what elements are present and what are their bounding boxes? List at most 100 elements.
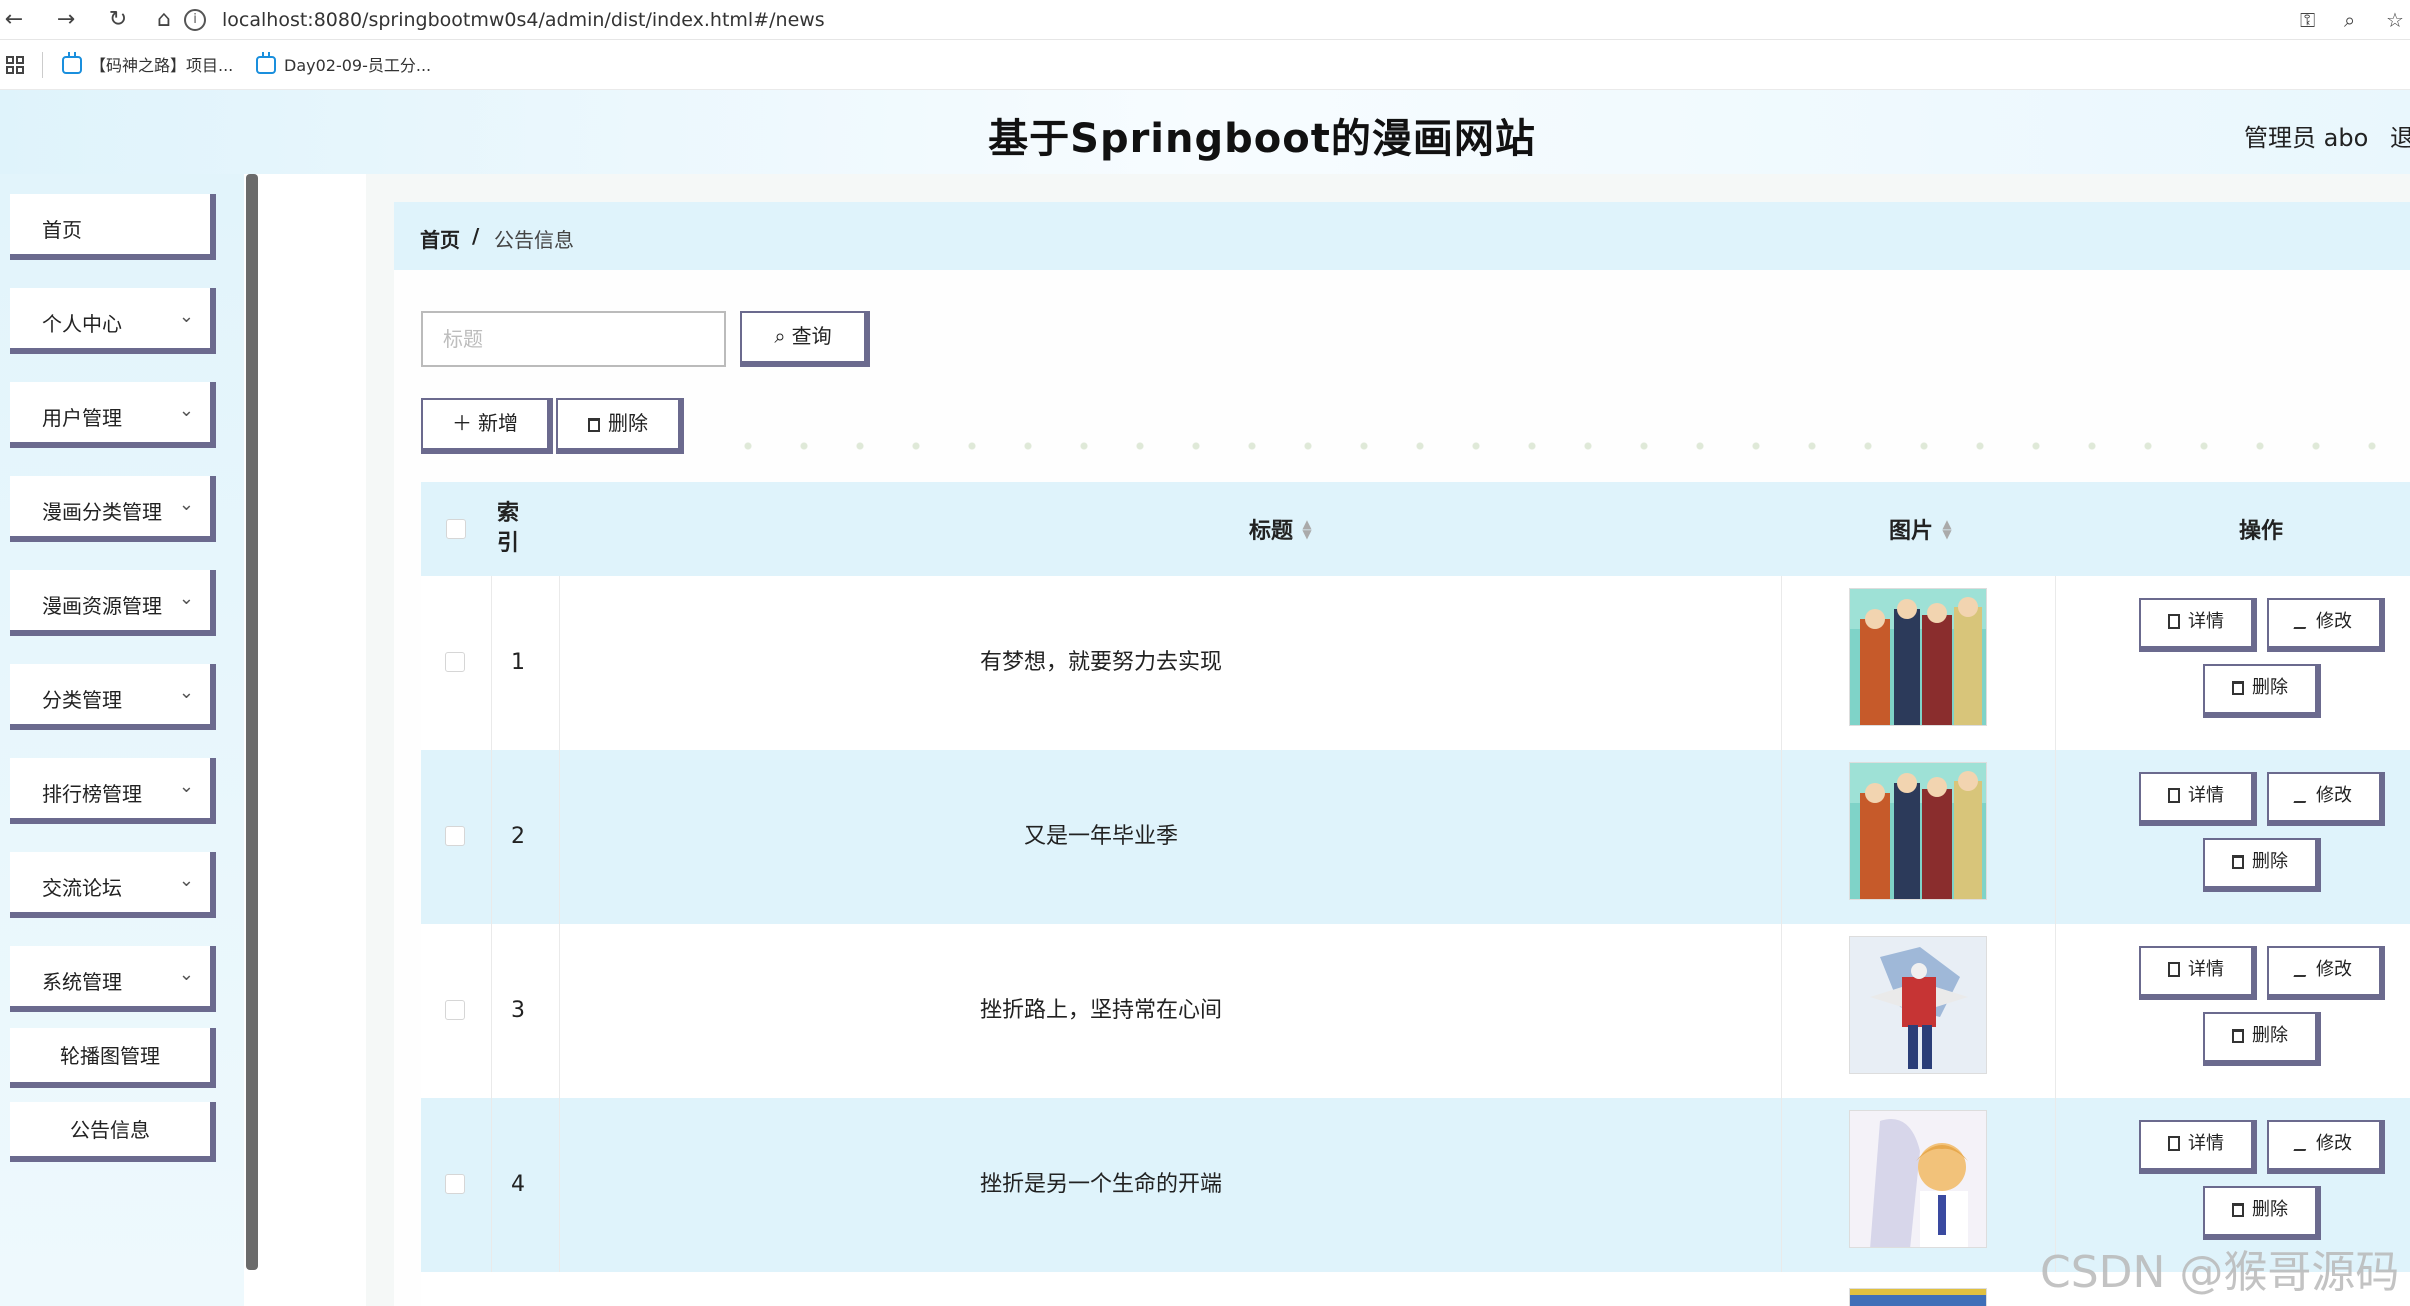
chevron-down-icon: ⌄ (178, 400, 194, 421)
bookmark-item[interactable]: Day02-09-员工分... (256, 52, 431, 79)
row-index: 1 (511, 650, 525, 675)
delete-button[interactable]: 删除 (2203, 1012, 2321, 1066)
sidebar-item-users[interactable]: 用户管理 ⌄ (10, 382, 216, 448)
row-checkbox[interactable] (445, 1174, 465, 1194)
edit-label: 修改 (2316, 1133, 2352, 1154)
row-thumbnail[interactable] (1849, 588, 1987, 726)
trash-icon (588, 418, 600, 432)
row-checkbox[interactable] (445, 652, 465, 672)
back-icon[interactable]: ← (0, 6, 28, 34)
mecha-image-icon (1850, 937, 1986, 1073)
row-checkbox[interactable] (445, 1000, 465, 1020)
delete-label: 删除 (2252, 851, 2288, 872)
row-thumbnail[interactable] (1849, 1110, 1987, 1248)
key-icon[interactable]: ⚿ (2300, 8, 2315, 32)
trash-icon (2232, 855, 2244, 869)
sidebar-subitem-announcements[interactable]: 公告信息 (10, 1102, 216, 1162)
search-input[interactable] (421, 311, 726, 367)
select-all-checkbox[interactable] (446, 519, 466, 539)
table-row: 2 又是一年毕业季 详情 修改 删除 (421, 750, 2410, 924)
zoom-icon[interactable]: ⌕ (2344, 8, 2355, 32)
row-thumbnail[interactable] (1849, 762, 1987, 900)
edit-button[interactable]: 修改 (2267, 772, 2385, 826)
edit-label: 修改 (2316, 785, 2352, 806)
delete-label: 删除 (2252, 1199, 2288, 1220)
sort-icon[interactable]: ▲ ▼ (1941, 518, 1953, 540)
row-index: 2 (511, 824, 525, 849)
bookmark-item[interactable]: 【码神之路】项目... (62, 52, 233, 79)
table-row: 3 挫折路上，坚持常在心间 详情 修改 删除 (421, 924, 2410, 1098)
site-info-icon[interactable]: i (184, 9, 206, 31)
edit-button[interactable]: 修改 (2267, 946, 2385, 1000)
sidebar-item-label: 漫画分类管理 (42, 500, 162, 524)
add-button-label: 新增 (478, 411, 518, 435)
detail-button[interactable]: 详情 (2139, 1120, 2257, 1174)
chevron-down-icon: ⌄ (178, 964, 194, 985)
bilibili-icon (62, 52, 82, 74)
breadcrumb: 首页 / 公告信息 (394, 202, 2410, 270)
cell-divider (559, 750, 560, 924)
sidebar-item-comic-resources[interactable]: 漫画资源管理 ⌄ (10, 570, 216, 636)
sidebar-item-comic-categories[interactable]: 漫画分类管理 ⌄ (10, 476, 216, 542)
sort-icon[interactable]: ▲ ▼ (1301, 518, 1313, 540)
batch-delete-button[interactable]: 删除 (556, 398, 684, 454)
delete-button[interactable]: 删除 (2203, 1186, 2321, 1240)
cell-divider (1781, 924, 1782, 1098)
header-image[interactable]: 图片 ▲ ▼ (1821, 482, 2021, 576)
bookmark-separator (42, 52, 43, 78)
logout-link[interactable]: 退出登录 (2390, 118, 2410, 153)
forward-icon[interactable]: → (52, 6, 80, 34)
chevron-down-icon: ⌄ (178, 588, 194, 609)
edit-button[interactable]: 修改 (2267, 598, 2385, 652)
browser-right-icons: ⚿ ⌕ ☆ (2300, 8, 2410, 32)
header-index: 索引 (483, 482, 533, 576)
sidebar-item-profile[interactable]: 个人中心 ⌄ (10, 288, 216, 354)
sidebar-item-categories[interactable]: 分类管理 ⌄ (10, 664, 216, 730)
header-index-label: 索引 (496, 501, 519, 556)
sidebar-item-label: 排行榜管理 (42, 782, 142, 806)
cell-divider (1781, 576, 1782, 750)
detail-label: 详情 (2188, 785, 2224, 806)
detail-button[interactable]: 详情 (2139, 946, 2257, 1000)
header-title[interactable]: 标题 ▲ ▼ (1161, 482, 1401, 576)
cell-divider (1781, 1098, 1782, 1272)
row-title: 挫折是另一个生命的开端 (979, 1172, 1222, 1197)
add-button[interactable]: ＋新增 (421, 398, 553, 454)
header-image-label: 图片 (1888, 519, 1933, 544)
sidebar-item-system[interactable]: 系统管理 ⌄ (10, 946, 216, 1012)
home-icon[interactable]: ⌂ (150, 6, 178, 34)
current-user: 管理员 abo (2244, 124, 2369, 152)
row-thumbnail[interactable] (1849, 936, 1987, 1074)
sidebar-subitem-carousel[interactable]: 轮播图管理 (10, 1028, 216, 1088)
sidebar-item-forum[interactable]: 交流论坛 ⌄ (10, 852, 216, 918)
row-checkbox[interactable] (445, 826, 465, 846)
detail-button[interactable]: 详情 (2139, 772, 2257, 826)
sidebar-item-label: 首页 (42, 218, 82, 242)
query-button[interactable]: ⌕ 查询 (740, 311, 870, 367)
sidebar-item-rankings[interactable]: 排行榜管理 ⌄ (10, 758, 216, 824)
query-button-label: 查询 (791, 324, 832, 348)
app-header: 基于Springboot的漫画网站 管理员 abo 退出登录 (0, 90, 2410, 174)
row-index: 4 (511, 1172, 525, 1197)
cell-divider (2055, 576, 2056, 750)
delete-label: 删除 (2252, 1025, 2288, 1046)
cell-divider (2055, 750, 2056, 924)
detail-button[interactable]: 详情 (2139, 598, 2257, 652)
address-bar[interactable]: localhost:8080/springbootmw0s4/admin/dis… (222, 7, 825, 33)
chevron-down-icon: ⌄ (178, 870, 194, 891)
sidebar-item-home[interactable]: 首页 (10, 194, 216, 260)
apps-grid-icon[interactable] (6, 56, 24, 74)
breadcrumb-home[interactable]: 首页 (420, 224, 460, 253)
header-actions: 操作 (2161, 482, 2361, 576)
detail-label: 详情 (2188, 611, 2224, 632)
table-row: 1 有梦想，就要努力去实现 详情 修改 删除 (421, 576, 2410, 750)
sidebar-scrollbar[interactable] (246, 174, 258, 1270)
edit-icon (2293, 963, 2311, 977)
document-icon (2168, 614, 2180, 629)
delete-button[interactable]: 删除 (2203, 838, 2321, 892)
edit-button[interactable]: 修改 (2267, 1120, 2385, 1174)
delete-button[interactable]: 删除 (2203, 664, 2321, 718)
chevron-down-icon: ⌄ (178, 776, 194, 797)
star-icon[interactable]: ☆ (2386, 8, 2404, 32)
reload-icon[interactable]: ↻ (104, 6, 132, 34)
